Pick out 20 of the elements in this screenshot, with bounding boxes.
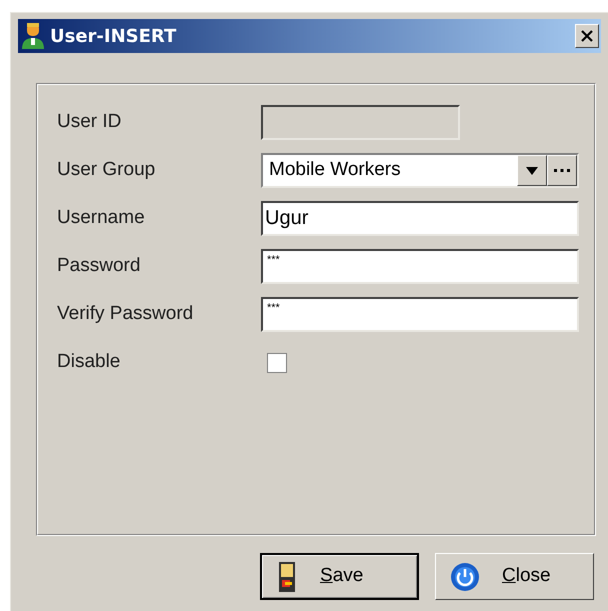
window-title: User-INSERT xyxy=(50,24,176,48)
password-field[interactable]: *** xyxy=(261,297,579,332)
close-icon xyxy=(580,29,594,43)
field-label: Password xyxy=(57,254,142,278)
input-field[interactable]: Ugur xyxy=(261,201,579,236)
field-label: Verify Password xyxy=(57,302,194,326)
checkbox[interactable] xyxy=(267,352,287,372)
save-button[interactable]: Save xyxy=(260,553,419,600)
close-button[interactable]: Close xyxy=(435,553,594,600)
password-field[interactable]: *** xyxy=(261,249,579,284)
group-dropdown[interactable]: Mobile Workers xyxy=(261,153,579,188)
field-label: User Group xyxy=(57,158,156,182)
close-button[interactable] xyxy=(575,24,599,48)
field-label: Disable xyxy=(57,350,122,374)
field-label: Username xyxy=(57,206,146,230)
user-icon xyxy=(20,21,46,51)
field-label: User ID xyxy=(57,110,122,134)
door-icon xyxy=(276,560,298,592)
more-options-icon[interactable] xyxy=(547,155,577,186)
power-icon xyxy=(450,562,480,592)
